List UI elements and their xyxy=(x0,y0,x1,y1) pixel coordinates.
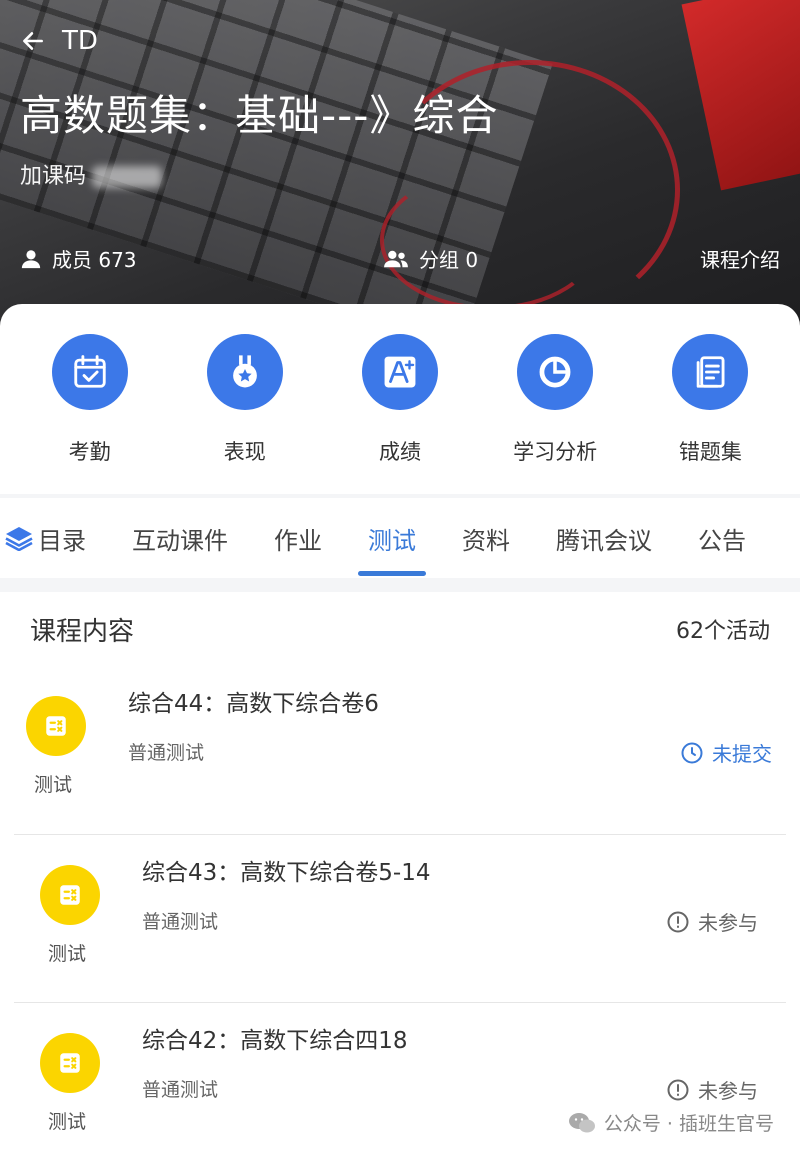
layers-icon xyxy=(5,527,33,551)
medal-icon xyxy=(232,355,257,388)
status-badge: 未参与 xyxy=(666,907,758,936)
course-content: 课程内容 62个活动 测试 综合44：高数下综合卷6 普通测试 未提交 测试 综… xyxy=(0,592,800,1154)
watermark-text: 公众号 · 插班生官号 xyxy=(603,1113,774,1135)
header-background-cable-2 xyxy=(380,170,600,310)
action-attendance[interactable]: 考勤 xyxy=(15,334,165,494)
status-text: 未提交 xyxy=(712,742,772,766)
status-text: 未参与 xyxy=(698,1079,758,1103)
grade-a-plus-icon xyxy=(384,356,416,388)
action-grades-circle xyxy=(361,334,438,410)
action-grades[interactable]: 成绩 xyxy=(325,334,475,494)
group-icon xyxy=(384,250,408,267)
action-performance-circle xyxy=(206,334,283,410)
test-paper-icon xyxy=(46,716,66,736)
course-intro-link[interactable]: 课程介绍 xyxy=(700,244,780,273)
content-header: 课程内容 62个活动 xyxy=(0,592,800,666)
members-link[interactable]: 成员 673 xyxy=(20,244,383,273)
course-code-label: 加课码 xyxy=(20,164,87,189)
item-type: 测试 xyxy=(48,1111,87,1133)
status-text: 未参与 xyxy=(698,911,758,935)
course-code: 加课码 xyxy=(20,158,163,190)
action-wrong-questions-label: 错题集 xyxy=(678,440,742,464)
course-title: 高数题集：基础---》综合 xyxy=(20,91,499,140)
quick-actions: 考勤 表现 成绩 学习分析 错题集 xyxy=(0,304,800,494)
back-label: TD xyxy=(62,26,98,56)
tab-interactive-courseware[interactable]: 互动课件 xyxy=(132,498,228,578)
action-learning-analysis-label: 学习分析 xyxy=(513,440,598,464)
action-grades-label: 成绩 xyxy=(378,440,421,464)
item-type: 测试 xyxy=(48,943,87,965)
test-badge xyxy=(26,696,86,756)
status-badge: 未提交 xyxy=(680,738,772,767)
header-background-book xyxy=(681,0,800,191)
course-code-redacted xyxy=(92,166,163,188)
action-learning-analysis-circle xyxy=(517,334,594,410)
item-type: 测试 xyxy=(34,774,73,796)
action-wrong-questions[interactable]: 错题集 xyxy=(635,334,785,494)
clock-icon xyxy=(681,742,703,763)
watermark: 公众号 · 插班生官号 xyxy=(568,1109,774,1136)
calendar-check-icon xyxy=(73,355,106,388)
tab-catalog-label: 目录 xyxy=(38,526,86,555)
tab-announcements[interactable]: 公告 xyxy=(698,498,746,578)
tab-homework[interactable]: 作业 xyxy=(274,498,322,578)
arrow-left-icon xyxy=(23,32,43,50)
action-wrong-questions-circle xyxy=(672,334,749,410)
test-paper-icon xyxy=(60,1053,80,1073)
alert-circle-icon xyxy=(667,1079,689,1100)
list-item[interactable]: 测试 综合43：高数下综合卷5-14 普通测试 未参与 xyxy=(14,834,786,1002)
groups-link[interactable]: 分组 0 xyxy=(383,244,700,273)
course-header: TD 高数题集：基础---》综合 加课码 成员 673 分组 0 课程介绍 xyxy=(0,0,800,330)
item-subtitle: 普通测试 xyxy=(128,742,205,764)
tab-bar: 目录 互动课件 作业 测试 资料 腾讯会议 公告 xyxy=(0,498,800,578)
groups-count: 分组 0 xyxy=(419,248,479,272)
item-title: 综合44：高数下综合卷6 xyxy=(128,691,379,717)
activity-count: 62个活动 xyxy=(676,619,770,644)
back-button[interactable]: TD xyxy=(20,26,98,56)
action-performance[interactable]: 表现 xyxy=(170,334,320,494)
list-item[interactable]: 测试 综合44：高数下综合卷6 普通测试 未提交 xyxy=(0,666,800,834)
notebook-icon xyxy=(697,356,725,388)
tab-tencent-meeting[interactable]: 腾讯会议 xyxy=(556,498,652,578)
item-subtitle: 普通测试 xyxy=(142,911,219,933)
tab-test[interactable]: 测试 xyxy=(358,498,426,578)
person-icon xyxy=(21,249,41,268)
pie-chart-icon xyxy=(539,356,571,388)
action-attendance-circle xyxy=(51,334,128,410)
action-performance-label: 表现 xyxy=(223,440,266,464)
item-subtitle: 普通测试 xyxy=(142,1079,219,1101)
test-paper-icon xyxy=(60,885,80,905)
course-stats: 成员 673 分组 0 课程介绍 xyxy=(20,244,780,273)
item-title: 综合43：高数下综合卷5-14 xyxy=(142,860,431,886)
content-title: 课程内容 xyxy=(30,616,135,647)
test-badge xyxy=(40,865,100,925)
wechat-icon xyxy=(568,1112,595,1132)
members-count: 成员 673 xyxy=(52,248,137,272)
status-badge: 未参与 xyxy=(666,1075,758,1104)
tab-catalog[interactable]: 目录 xyxy=(0,498,86,578)
test-badge xyxy=(40,1033,100,1093)
action-learning-analysis[interactable]: 学习分析 xyxy=(480,334,630,494)
alert-circle-icon xyxy=(667,911,689,932)
item-title: 综合42：高数下综合四18 xyxy=(142,1028,408,1054)
action-attendance-label: 考勤 xyxy=(68,440,111,464)
tab-materials[interactable]: 资料 xyxy=(462,498,510,578)
